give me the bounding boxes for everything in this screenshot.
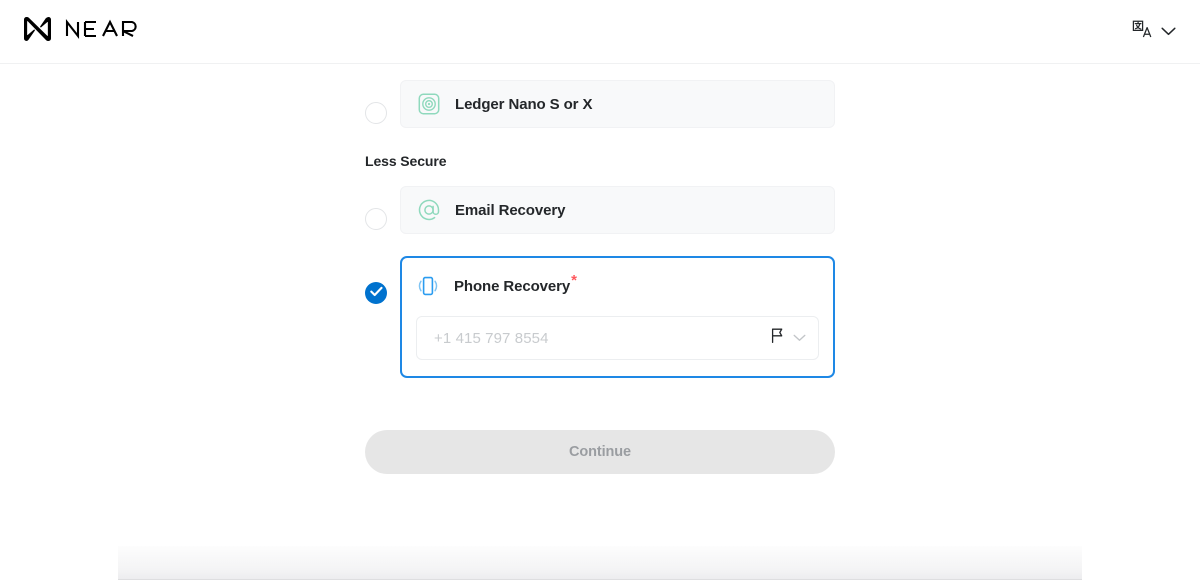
required-marker: * <box>571 271 577 289</box>
option-label-phone-recovery: Phone Recovery* <box>454 273 577 295</box>
option-card-ledger[interactable]: Ledger Nano S or X <box>400 80 835 128</box>
option-row-ledger[interactable]: Ledger Nano S or X <box>365 80 835 128</box>
ledger-device-icon <box>417 92 441 116</box>
option-row-email-recovery[interactable]: Email Recovery <box>365 186 835 234</box>
check-icon <box>369 284 383 302</box>
option-card-email-recovery[interactable]: Email Recovery <box>400 186 835 234</box>
at-sign-icon <box>417 198 441 222</box>
option-card-phone-recovery[interactable]: Phone Recovery* <box>400 256 835 378</box>
footer-bar <box>118 546 1082 580</box>
radio-email-recovery[interactable] <box>365 208 387 230</box>
phone-input-group[interactable] <box>416 316 819 360</box>
option-card-head: Ledger Nano S or X <box>417 92 592 116</box>
continue-button[interactable]: Continue <box>365 430 835 474</box>
app-header <box>0 0 1200 64</box>
chevron-down-icon <box>1161 23 1176 41</box>
language-switcher[interactable] <box>1130 15 1178 48</box>
flag-icon <box>769 327 786 349</box>
option-label-text: Phone Recovery <box>454 277 571 295</box>
section-heading-less-secure: Less Secure <box>365 153 447 169</box>
option-card-head: Email Recovery <box>417 198 565 222</box>
near-logo-icon <box>24 14 54 49</box>
phone-number-input[interactable] <box>434 329 761 347</box>
radio-ledger[interactable] <box>365 102 387 124</box>
option-row-phone-recovery[interactable]: Phone Recovery* <box>365 256 835 378</box>
translate-icon <box>1132 19 1152 44</box>
option-card-head: Phone Recovery* <box>416 270 819 302</box>
chevron-down-icon <box>793 329 806 347</box>
phone-vibrate-icon <box>416 274 440 298</box>
brand-wordmark <box>65 18 147 45</box>
radio-phone-recovery[interactable] <box>365 282 387 304</box>
country-selector[interactable] <box>761 327 806 349</box>
page-body: Ledger Nano S or X Less Secure Email Rec… <box>0 64 1200 580</box>
option-label-ledger: Ledger Nano S or X <box>455 95 593 113</box>
option-label-email-recovery: Email Recovery <box>455 201 566 219</box>
recovery-method-form: Ledger Nano S or X Less Secure Email Rec… <box>365 80 835 474</box>
brand-logo[interactable] <box>24 0 147 63</box>
